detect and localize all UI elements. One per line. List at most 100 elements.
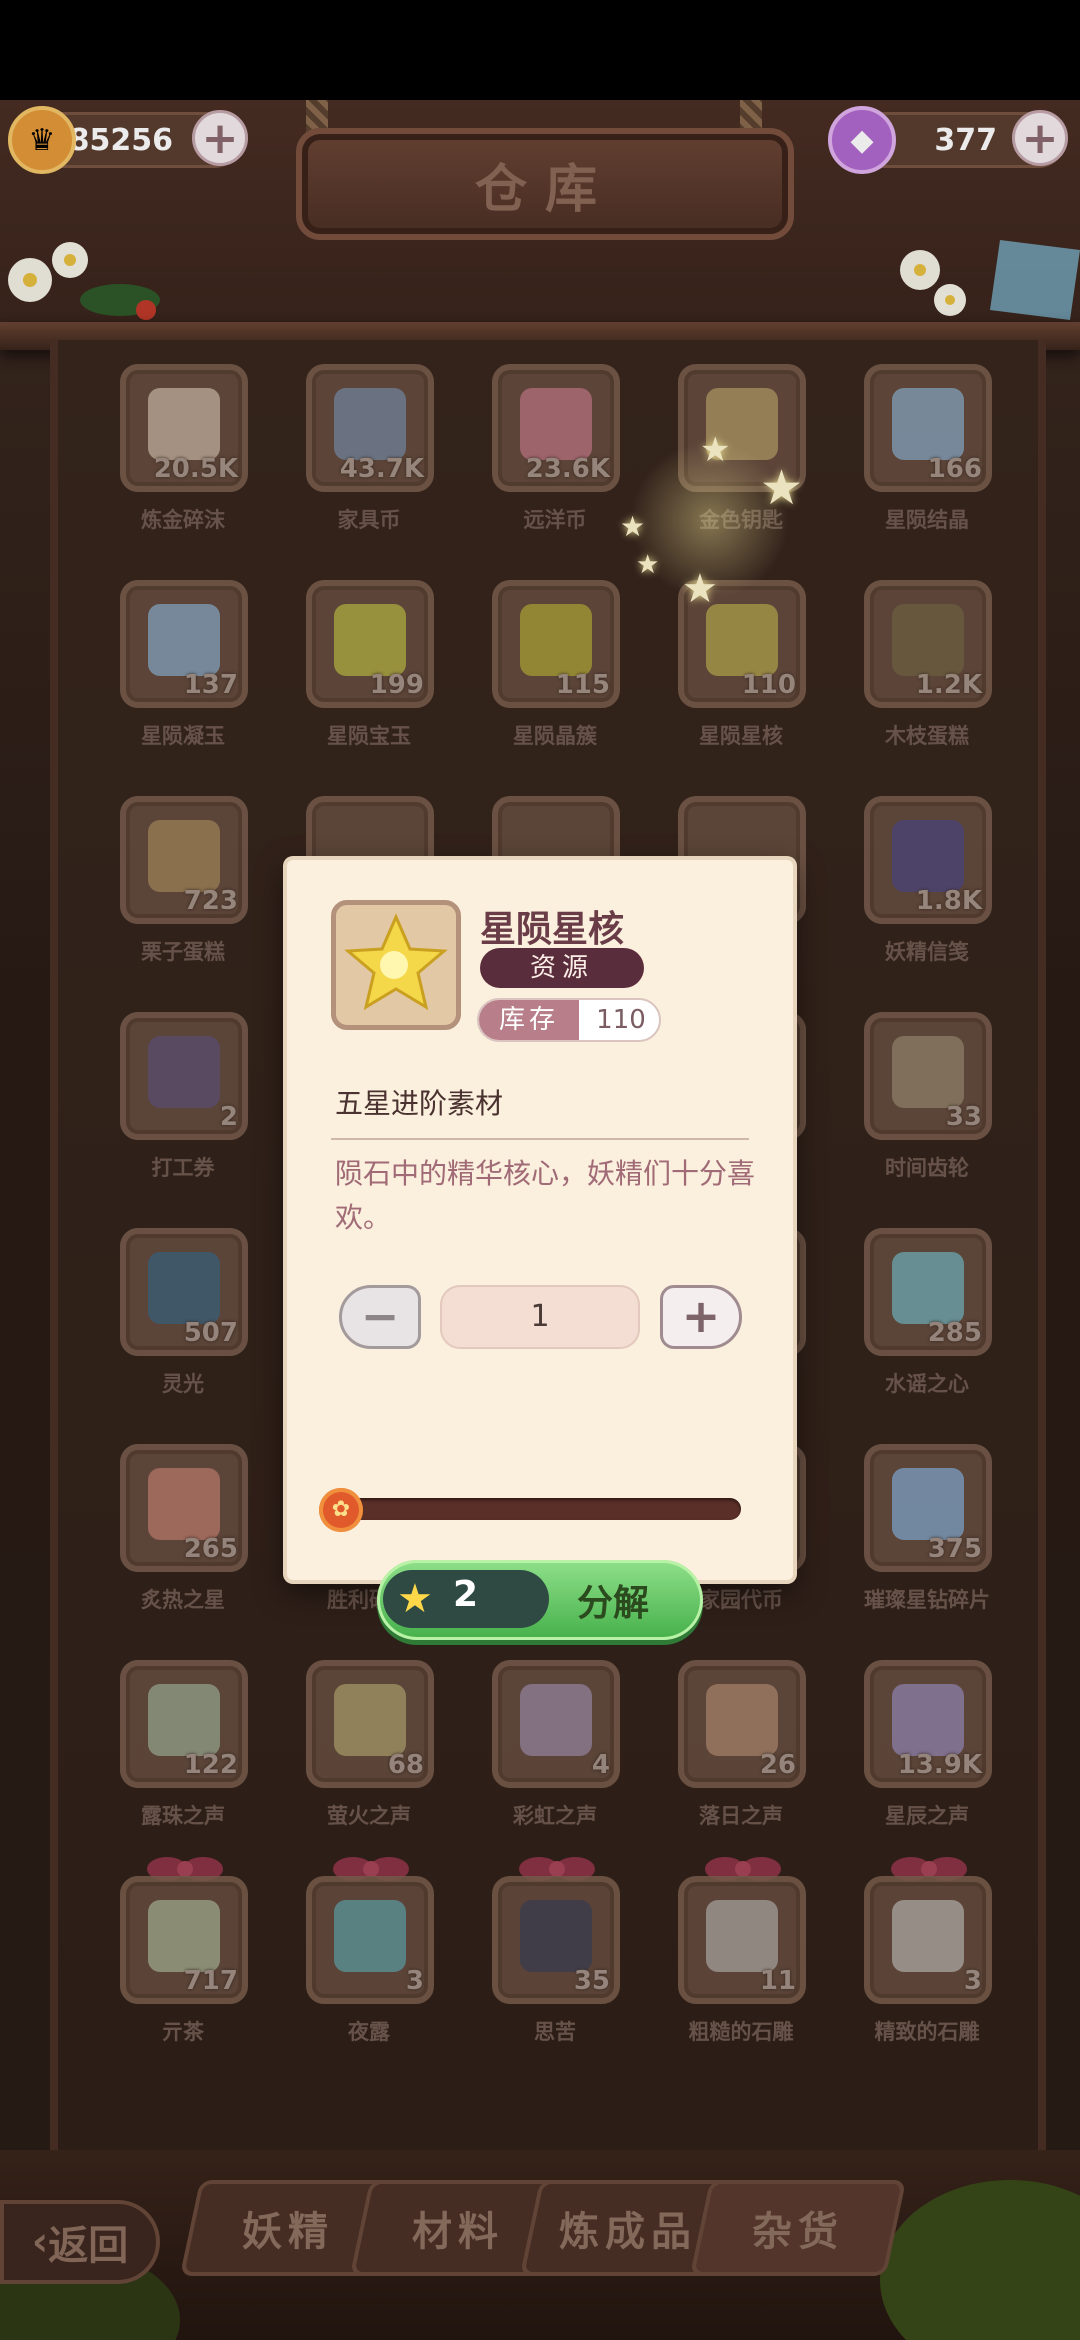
item-name: 夜露 [348, 2020, 390, 2044]
item-count: 1.8K [915, 886, 982, 916]
item-count: 11 [759, 1966, 796, 1996]
item-count: 20.5K [153, 454, 238, 484]
item-icon [892, 1684, 964, 1756]
item-name: 思苦 [534, 2020, 576, 2044]
tab-misc[interactable]: 杂货 [689, 2180, 907, 2276]
item-tile: 285 [864, 1228, 992, 1356]
item-count: 166 [927, 454, 982, 484]
add-gems-button[interactable]: + [1012, 110, 1068, 166]
item-title: 星陨星核 [480, 909, 625, 950]
item-count: 110 [741, 670, 796, 700]
item-name: 木枝蛋糕 [885, 724, 969, 748]
cost-amount: 2 [453, 1574, 479, 1615]
item-tile: 3 [306, 1876, 434, 2004]
item-count: 13.9K [897, 1750, 982, 1780]
item-icon [520, 1900, 592, 1972]
back-button[interactable]: ‹ 返回 [0, 2200, 160, 2284]
item-name: 璀璨星钻碎片 [864, 1588, 990, 1612]
item-count: 507 [183, 1318, 238, 1348]
tab-label: 妖精 [242, 2209, 334, 2255]
decrease-quantity-button[interactable]: − [339, 1285, 421, 1349]
star-cost-icon: ★ [397, 1576, 433, 1622]
item-count: 285 [927, 1318, 982, 1348]
item-name: 萤火之声 [327, 1804, 411, 1828]
item-icon [520, 604, 592, 676]
item-count: 115 [555, 670, 610, 700]
flower-decoration-left [8, 242, 160, 320]
item-tile: 1.8K [864, 796, 992, 924]
item-count: 1.2K [915, 670, 982, 700]
item-name: 彩虹之声 [513, 1804, 597, 1828]
item-tile: 507 [120, 1228, 248, 1356]
item-tile: 2 [120, 1012, 248, 1140]
add-coins-button[interactable]: + [192, 110, 248, 166]
tab-label: 炼成品 [559, 2209, 697, 2255]
quantity-slider[interactable] [337, 1498, 741, 1520]
item-icon [892, 604, 964, 676]
item-name: 家具币 [337, 508, 401, 532]
item-count: 3 [963, 1966, 982, 1996]
item-name: 时间齿轮 [885, 1156, 969, 1180]
crown-coin-icon: ♛ [8, 106, 76, 174]
item-name: 落日之声 [699, 1804, 783, 1828]
item-tile: 717 [120, 1876, 248, 2004]
item-count: 375 [927, 1534, 982, 1564]
item-icon [148, 1468, 220, 1540]
quantity-field[interactable]: 1 [440, 1285, 640, 1349]
gem-icon: ◆ [828, 106, 896, 174]
sparkle-icon: ★ [760, 460, 804, 516]
item-tile: 43.7K [306, 364, 434, 492]
item-name: 远洋币 [523, 508, 587, 532]
item-tile: 3 [864, 1876, 992, 2004]
item-icon [520, 388, 592, 460]
cost-pill: ★ 2 [383, 1570, 549, 1628]
item-name: 星陨凝玉 [141, 724, 225, 748]
item-name: 星陨晶簇 [513, 724, 597, 748]
item-tile: 166 [864, 364, 992, 492]
item-icon [334, 1684, 406, 1756]
item-icon [892, 1036, 964, 1108]
item-icon [706, 1684, 778, 1756]
item-icon [520, 1684, 592, 1756]
item-tile: 13.9K [864, 1660, 992, 1788]
sparkle-icon: ★ [636, 550, 660, 580]
item-type-badge: 资源 [480, 948, 644, 988]
page-title: 仓库 [296, 128, 794, 240]
sparkle-icon: ★ [700, 430, 731, 470]
item-description: 陨石中的精华核心，妖精们十分喜欢。 [335, 1157, 756, 1234]
item-tile: 723 [120, 796, 248, 924]
slider-thumb[interactable]: ✿ [319, 1488, 363, 1532]
item-icon [892, 1252, 964, 1324]
item-icon [331, 900, 461, 1030]
item-count: 265 [183, 1534, 238, 1564]
gem-amount: 377 [934, 122, 997, 158]
sparkle-icon: ★ [620, 510, 646, 543]
item-icon [892, 388, 964, 460]
item-count: 3 [405, 1966, 424, 1996]
flower-decoration-right [900, 240, 1080, 320]
item-count: 2 [219, 1102, 238, 1132]
item-icon [148, 388, 220, 460]
item-icon [892, 820, 964, 892]
item-count: 122 [183, 1750, 238, 1780]
decompose-button[interactable]: ★ 2 分解 [377, 1560, 703, 1640]
item-icon [892, 1468, 964, 1540]
item-count: 199 [369, 670, 424, 700]
star-core-icon [344, 913, 448, 1011]
item-count: 4 [591, 1750, 610, 1780]
item-name: 露珠之声 [141, 1804, 225, 1828]
item-name: 星陨星核 [699, 724, 783, 748]
increase-quantity-button[interactable]: + [660, 1285, 742, 1349]
back-arrow-icon: ‹ [31, 2219, 49, 2265]
sparkle-icon: ★ [682, 566, 718, 612]
item-name: 栗子蛋糕 [141, 940, 225, 964]
item-count: 717 [183, 1966, 238, 1996]
item-name: 炙热之星 [141, 1588, 225, 1612]
item-name: 精致的石雕 [874, 2020, 980, 2044]
item-tile: 375 [864, 1444, 992, 1572]
decompose-label: 分解 [577, 1583, 650, 1624]
item-count: 35 [573, 1966, 610, 1996]
item-tile: 26 [678, 1660, 806, 1788]
back-label: 返回 [48, 2223, 129, 2269]
item-tile: 122 [120, 1660, 248, 1788]
